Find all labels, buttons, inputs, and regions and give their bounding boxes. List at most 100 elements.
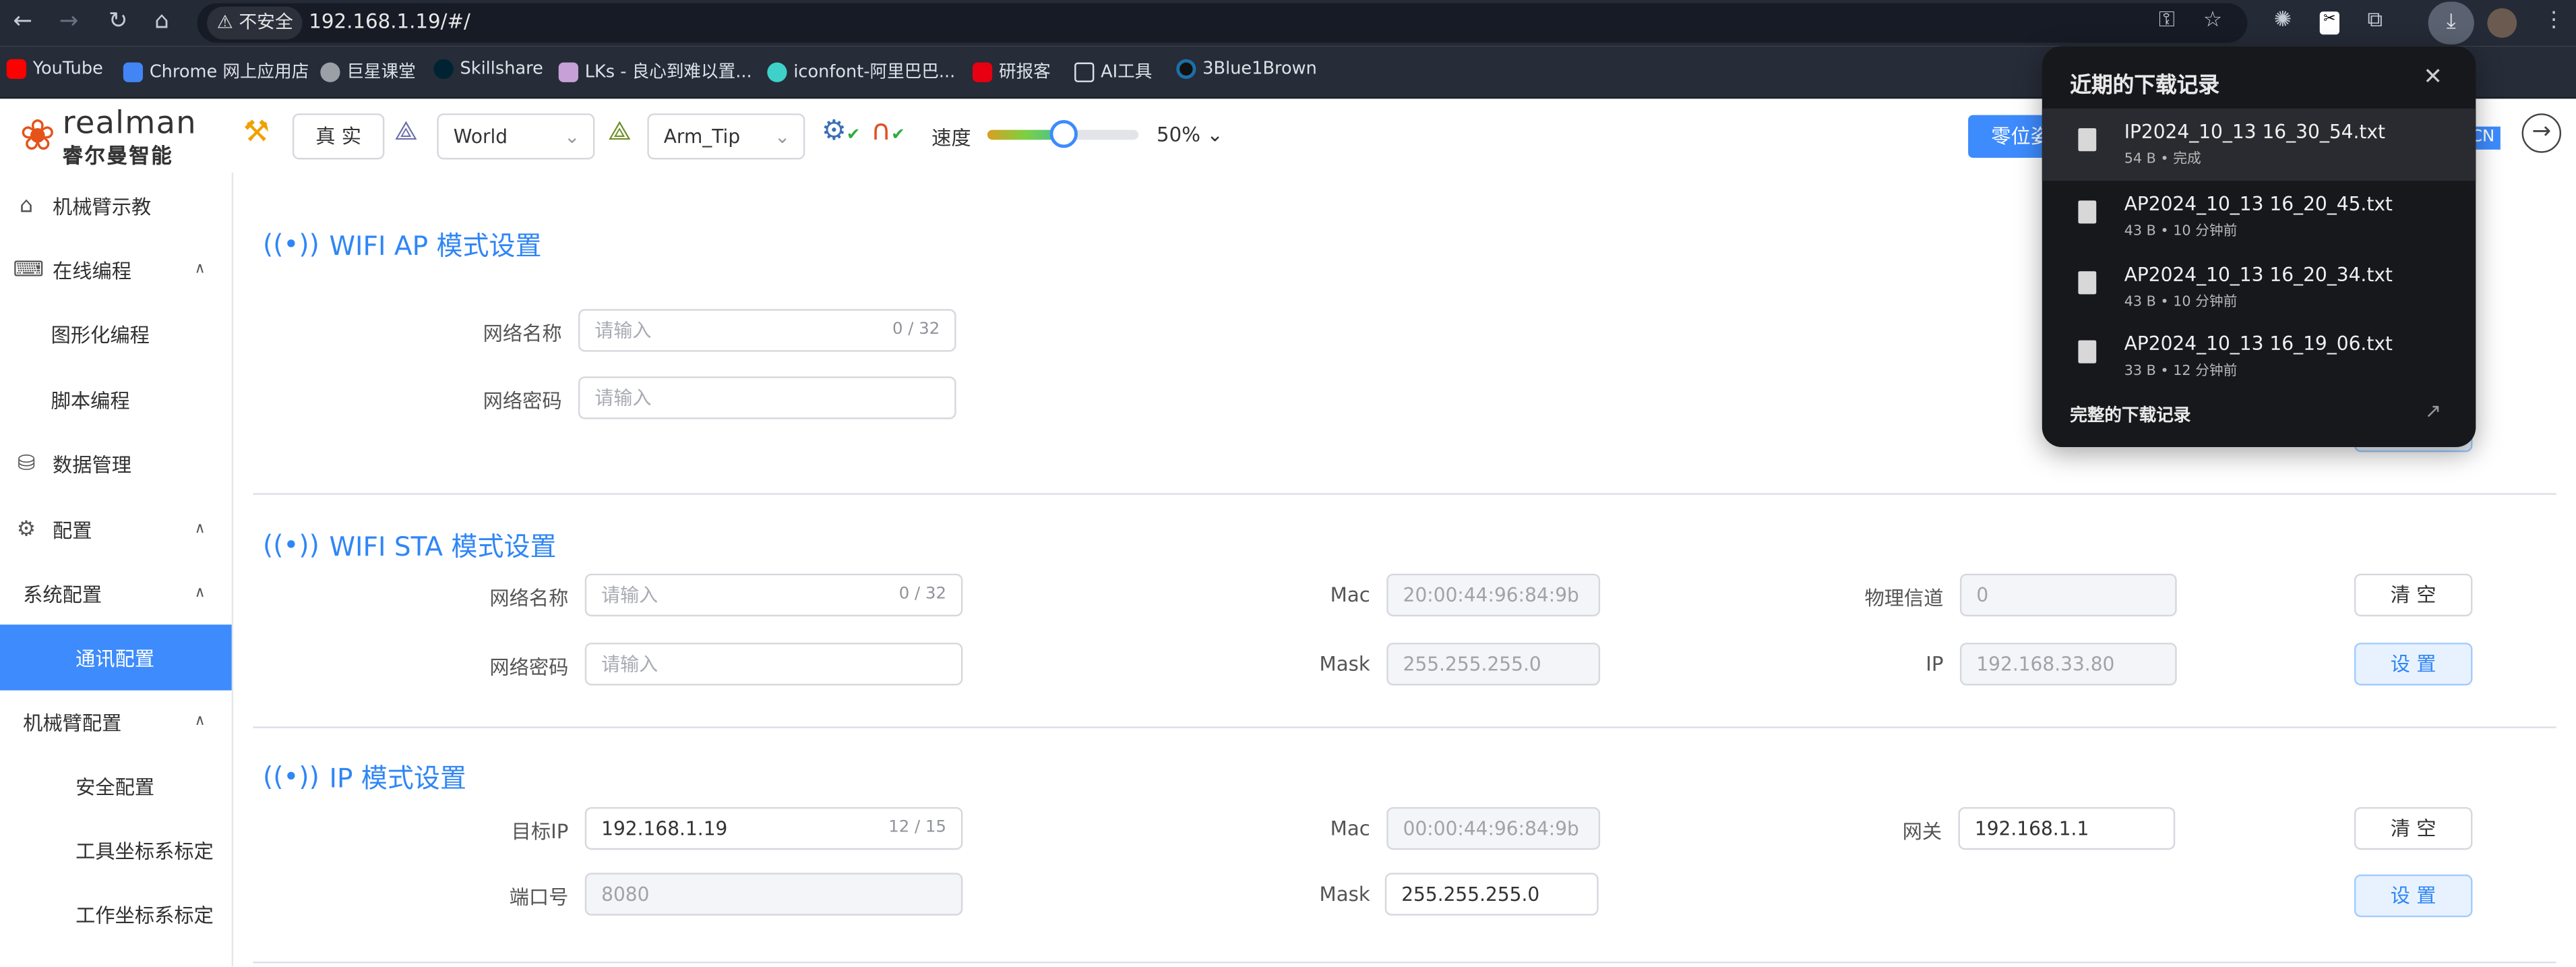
chevron-down-icon: ⌄ <box>563 125 580 148</box>
3b1b-icon <box>1176 59 1196 79</box>
sidebar-item-teach[interactable]: ⌂ 机械臂示教 <box>0 173 232 239</box>
reload-icon[interactable]: ↻ <box>109 8 128 34</box>
sidebar-item-system-config[interactable]: 系统配置 ∧ <box>0 560 232 626</box>
char-count: 12 / 15 <box>888 818 946 837</box>
sidebar-item-label: 数据管理 <box>53 452 132 476</box>
bookmark-item[interactable]: Chrome 网上应用店 <box>123 59 309 84</box>
sta-password-input[interactable]: 请输入 <box>584 643 963 686</box>
gripper-status-icon[interactable]: ∩✔ <box>871 115 905 148</box>
section-title-text: WIFI STA 模式设置 <box>329 531 557 562</box>
ip-clear-button[interactable]: 清 空 <box>2354 807 2473 850</box>
star-icon[interactable]: ☆ <box>2203 8 2222 33</box>
world-frame-select[interactable]: World ⌄ <box>437 113 595 160</box>
avatar[interactable] <box>2487 8 2517 38</box>
download-item[interactable]: AP2024_10_13 16_19_06.txt 33 B • 12 分钟前 <box>2042 320 2476 389</box>
ap-name-input[interactable]: 请输入 0 / 32 <box>578 309 956 352</box>
back-icon[interactable]: ← <box>13 8 33 34</box>
ap-password-input[interactable]: 请输入 <box>578 376 956 419</box>
frame-value: World <box>453 125 508 148</box>
key-icon[interactable]: ⚿ <box>2159 8 2175 33</box>
sidebar-item-label: 机械臂配置 <box>23 711 122 734</box>
forward-icon[interactable]: → <box>59 8 79 34</box>
ip-section-title: ((•)) IP 模式设置 <box>263 756 466 796</box>
bookmark-label: Chrome 网上应用店 <box>149 62 309 82</box>
speed-slider-handle[interactable] <box>1049 119 1078 148</box>
speed-dropdown[interactable]: 50% ⌄ <box>1157 123 1223 146</box>
ap-password-label: 网络密码 <box>483 389 562 413</box>
sidebar-item-data[interactable]: ⛁ 数据管理 <box>0 431 232 497</box>
extension-brain-icon[interactable]: ✺ <box>2274 8 2292 33</box>
sidebar-item-label: 在线编程 <box>53 258 132 283</box>
sidebar-item-safety[interactable]: 安全配置 <box>0 753 232 819</box>
lks-icon <box>558 61 578 82</box>
download-item[interactable]: AP2024_10_13 16_20_34.txt 43 B • 10 分钟前 <box>2042 252 2476 320</box>
sta-mask-label: Mask <box>1319 652 1370 676</box>
bookmark-label: 3Blue1Brown <box>1202 59 1317 79</box>
sidebar-item-label: 图形化编程 <box>51 322 150 347</box>
sidebar-item-label: 安全配置 <box>75 775 155 798</box>
skillshare-icon <box>433 59 454 79</box>
file-icon <box>2078 271 2097 295</box>
placeholder: 请输入 <box>601 583 658 607</box>
sidebar: ⌂ 机械臂示教 ⌨ 在线编程 ∧ 图形化编程 脚本编程 ⛁ 数据管理 ⚙ 配置 ∧ 系统配置… <box>0 172 234 967</box>
file-meta: 54 B • 完成 <box>2124 151 2201 168</box>
bookmark-folder[interactable]: AI工具 <box>1074 59 1152 84</box>
sidebar-item-script[interactable]: 脚本编程 <box>0 367 232 433</box>
world-frame-icon: ⟁ <box>394 115 418 146</box>
bookmark-item[interactable]: iconfont-阿里巴巴... <box>767 59 955 84</box>
database-icon: ⛁ <box>17 451 36 476</box>
sta-set-button[interactable]: 设 置 <box>2354 643 2473 686</box>
sidebar-item-work-frame[interactable]: 工作坐标系标定 <box>0 881 232 947</box>
download-icon[interactable]: ⤓ <box>2428 1 2474 45</box>
file-meta: 33 B • 12 分钟前 <box>2124 363 2238 380</box>
arm-status-icon[interactable]: ⚙✔ <box>822 115 861 148</box>
bookmark-label: 研报客 <box>999 62 1051 82</box>
address-bar[interactable] <box>197 3 2248 43</box>
insecure-label: 不安全 <box>239 11 293 33</box>
sidebar-item-arm-config[interactable]: 机械臂配置 ∧ <box>0 688 232 755</box>
sidebar-item-online-programming[interactable]: ⌨ 在线编程 ∧ <box>0 237 232 303</box>
bookmark-item[interactable]: 研报客 <box>973 59 1051 84</box>
sta-clear-button[interactable]: 清 空 <box>2354 573 2473 617</box>
ip-set-button[interactable]: 设 置 <box>2354 874 2473 918</box>
sta-name-input[interactable]: 请输入 0 / 32 <box>584 573 963 617</box>
tool-frame-select[interactable]: Arm_Tip ⌄ <box>647 113 805 160</box>
full-downloads-link[interactable]: 完整的下载记录 <box>2070 403 2190 428</box>
gateway-label: 网关 <box>1902 820 1942 844</box>
char-count: 0 / 32 <box>898 585 946 604</box>
target-ip-input[interactable]: 192.168.1.19 12 / 15 <box>584 807 963 850</box>
bookmark-item[interactable]: LKs - 良心到难以置... <box>558 59 752 84</box>
insecure-badge[interactable]: ⚠ 不安全 <box>207 6 303 40</box>
download-item[interactable]: AP2024_10_13 16_20_45.txt 43 B • 10 分钟前 <box>2042 181 2476 250</box>
ip-mask-label: Mask <box>1319 882 1370 906</box>
sidebar-item-graphical[interactable]: 图形化编程 <box>0 301 232 367</box>
youtube-icon <box>6 59 26 79</box>
logout-icon[interactable]: → <box>2521 113 2562 153</box>
close-icon[interactable]: ✕ <box>2423 64 2443 90</box>
mode-button[interactable]: 真 实 <box>292 113 385 160</box>
bookmark-item[interactable]: 巨星课堂 <box>320 59 416 84</box>
menu-icon[interactable]: ⋮ <box>2543 8 2565 33</box>
bookmark-item[interactable]: YouTube <box>6 59 103 79</box>
download-item[interactable]: IP2024_10_13 16_30_54.txt 54 B • 完成 <box>2042 108 2476 181</box>
placeholder: 请输入 <box>594 318 652 342</box>
ip-mask-input[interactable]: 255.255.255.0 <box>1384 873 1599 916</box>
puzzle-icon[interactable]: ⧉ <box>2367 8 2383 33</box>
iconfont-icon <box>767 61 787 82</box>
ap-name-label: 网络名称 <box>483 322 562 345</box>
robot-arm-icon[interactable]: ⚒ <box>243 115 270 150</box>
open-external-icon[interactable]: ↗ <box>2425 399 2442 422</box>
extension-scissors-icon[interactable]: ✂ <box>2319 11 2339 35</box>
speed-slider[interactable] <box>987 119 1139 148</box>
bookmark-item[interactable]: 3Blue1Brown <box>1176 59 1317 79</box>
url-text[interactable]: 192.168.1.19/#/ <box>309 10 470 33</box>
bookmark-item[interactable]: Skillshare <box>433 59 543 79</box>
file-name: AP2024_10_13 16_19_06.txt <box>2124 332 2393 355</box>
sidebar-item-config[interactable]: ⚙ 配置 ∧ <box>0 496 232 562</box>
divider <box>253 493 2556 495</box>
gateway-input[interactable]: 192.168.1.1 <box>1958 807 2176 850</box>
sidebar-item-tool-frame[interactable]: 工具坐标系标定 <box>0 817 232 883</box>
file-icon <box>2078 200 2097 224</box>
sidebar-item-communication[interactable]: 通讯配置 <box>0 624 232 691</box>
home-icon[interactable]: ⌂ <box>154 8 169 34</box>
